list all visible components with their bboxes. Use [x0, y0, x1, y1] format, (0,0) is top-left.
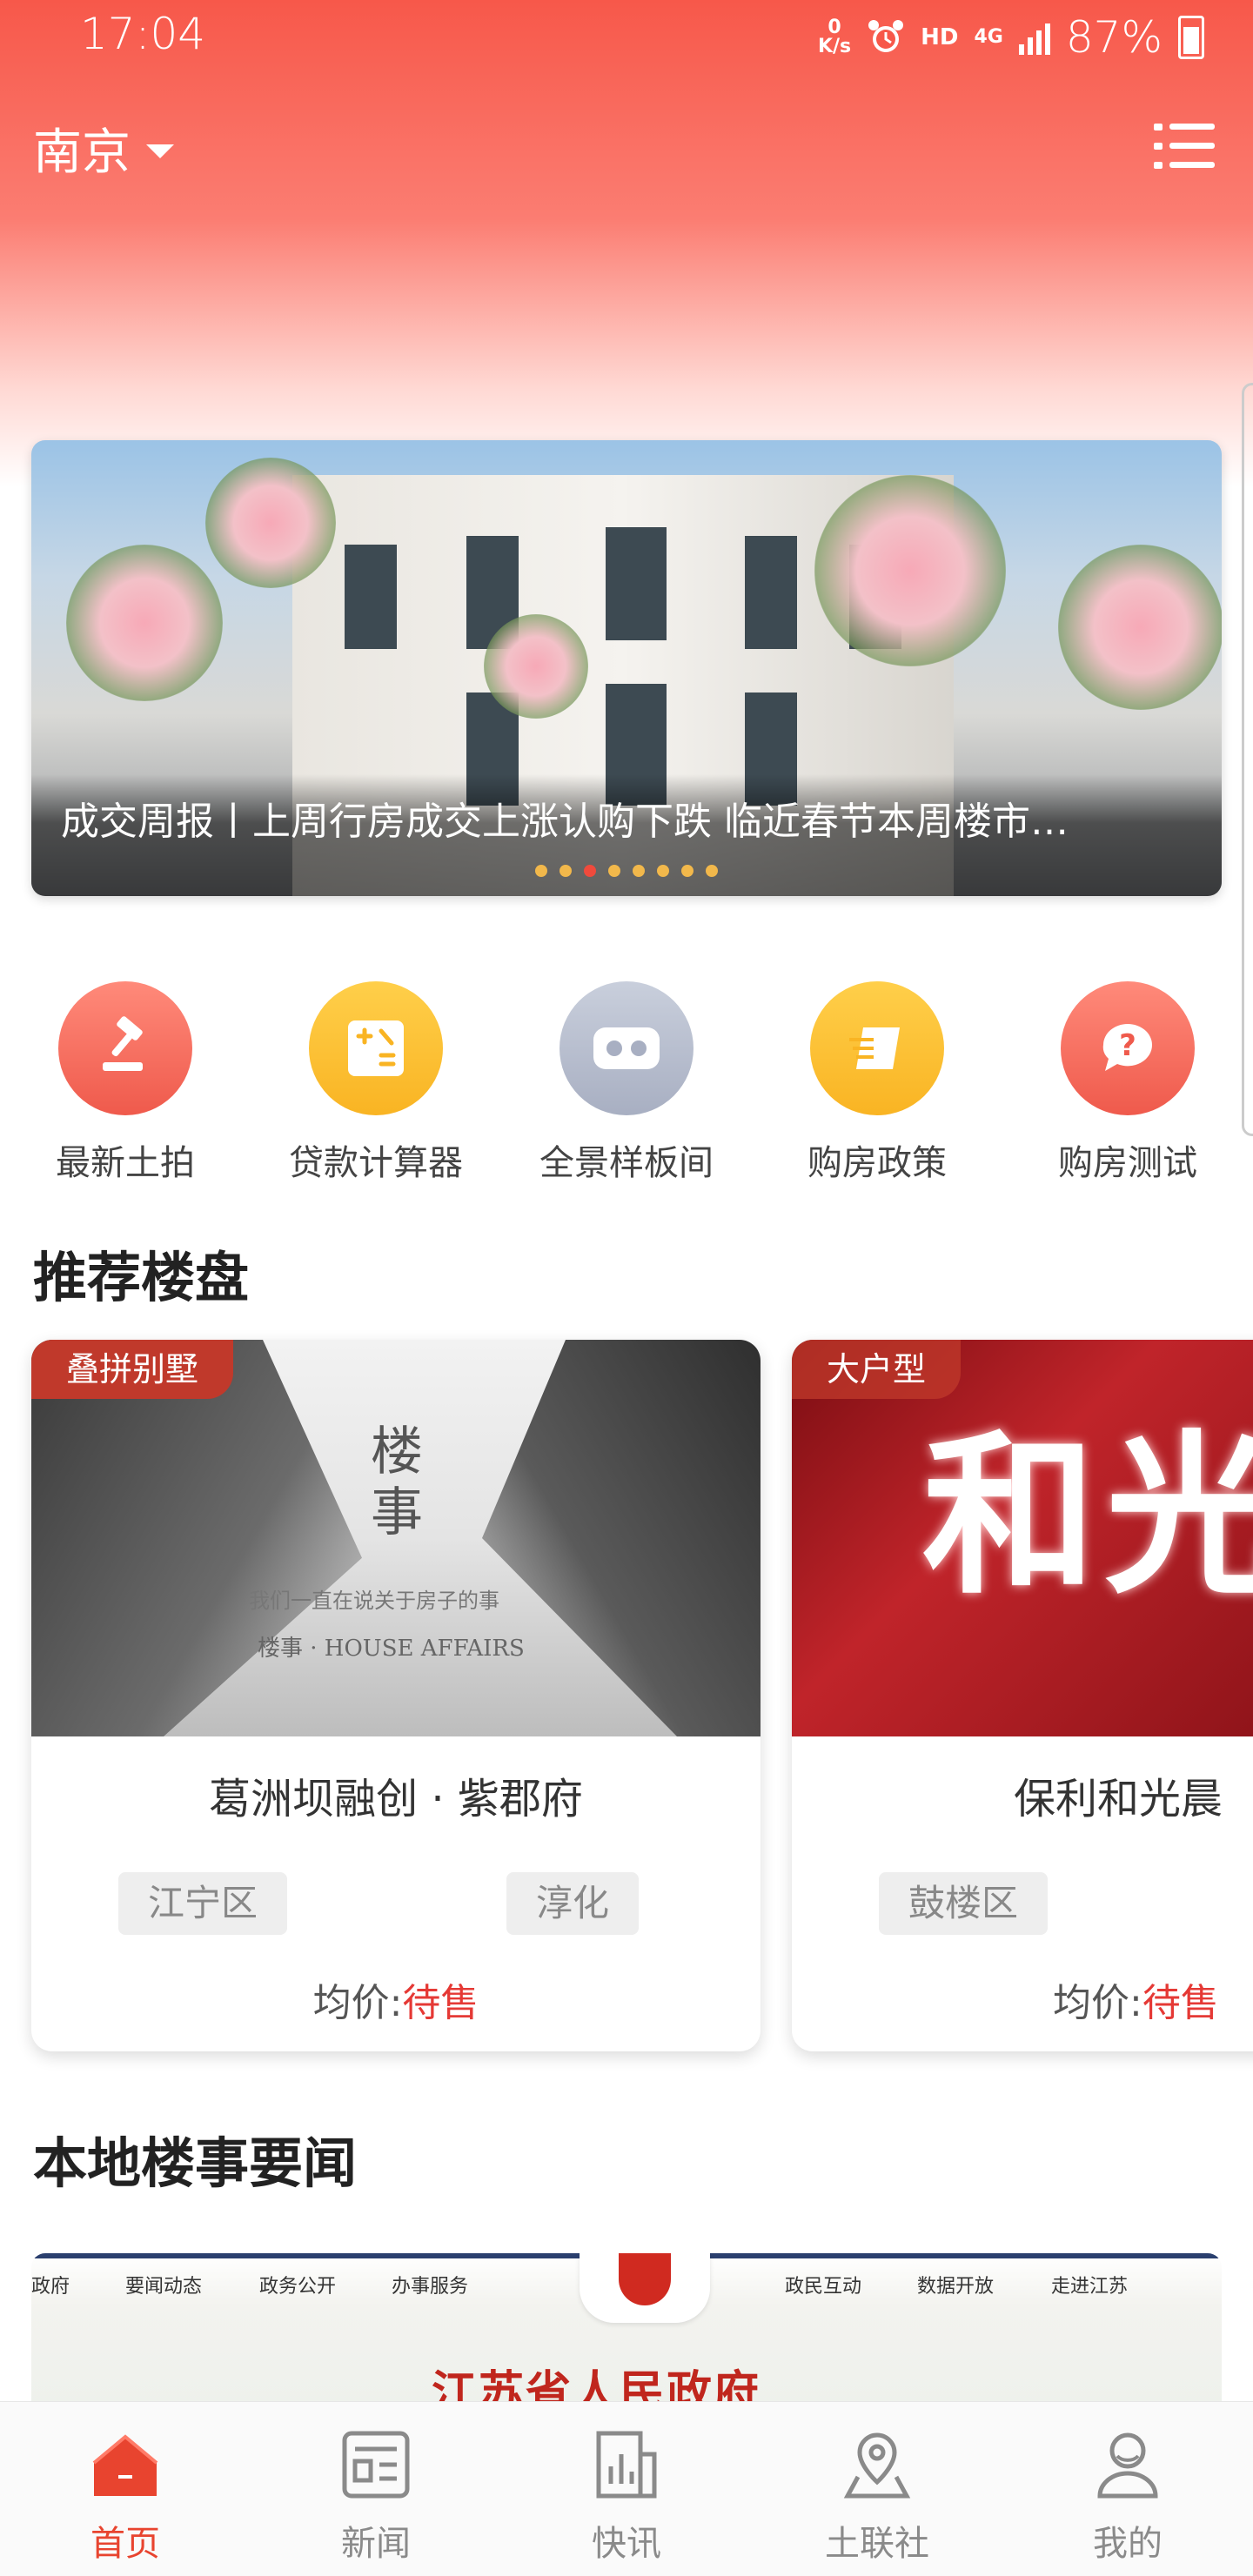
tab-land-community[interactable]: 土联社 — [752, 2402, 1002, 2576]
property-card[interactable]: 和光 大户型 保利和光晨 鼓楼区 均价:待售 — [792, 1340, 1253, 2051]
question-chat-icon: ? — [1061, 981, 1195, 1115]
hd-indicator: HD — [921, 24, 959, 50]
home-icon — [92, 2434, 158, 2496]
network-type: 4G — [974, 26, 1003, 48]
property-card[interactable]: 楼 事 我们一直在说关于房子的事 楼事 · HOUSE AFFAIRS 叠拼别墅… — [31, 1340, 761, 2051]
user-icon — [1097, 2432, 1158, 2499]
quick-action-quiz[interactable]: ? 购房测试 — [1002, 981, 1253, 1185]
tab-news[interactable]: 新闻 — [251, 2402, 501, 2576]
property-name: 葛洲坝融创 · 紫郡府 — [209, 1775, 583, 1823]
tab-profile[interactable]: 我的 — [1002, 2402, 1253, 2576]
city-selector[interactable]: 南京 — [33, 113, 174, 184]
emblem-icon — [580, 2253, 710, 2323]
gavel-icon — [58, 981, 192, 1115]
carousel-dot[interactable] — [681, 865, 694, 877]
vr-headset-icon — [559, 981, 694, 1115]
area-chip: 淳化 — [506, 1872, 640, 1935]
quick-action-loan-calculator[interactable]: 贷款计算器 — [251, 981, 501, 1185]
property-image: 和光 — [792, 1340, 1253, 1736]
quick-action-vr-showroom[interactable]: 全景样板间 — [501, 981, 752, 1185]
property-type-badge: 叠拼别墅 — [31, 1340, 234, 1399]
carousel-dot[interactable] — [584, 865, 596, 877]
status-bar: 17:04 0 K/s HD 4G 87% — [0, 0, 1253, 73]
quick-action-policy[interactable]: 购房政策 — [752, 981, 1002, 1185]
carousel-dot[interactable] — [608, 865, 620, 877]
property-type-badge: 大户型 — [792, 1340, 962, 1399]
carousel-dot[interactable] — [706, 865, 718, 877]
carousel-dot[interactable] — [559, 865, 572, 877]
banner-carousel[interactable]: 成交周报丨上周行房成交上涨认购下跌 临近春节本周楼市… — [31, 440, 1222, 896]
property-price: 均价:待售 — [1053, 1981, 1219, 2025]
carousel-dot[interactable] — [657, 865, 669, 877]
tab-home[interactable]: 首页 — [0, 2402, 251, 2576]
tab-flash-news[interactable]: 快讯 — [501, 2402, 752, 2576]
property-name: 保利和光晨 — [1014, 1775, 1223, 1823]
status-time: 17:04 — [80, 9, 206, 59]
quick-action-land-auction[interactable]: 最新土拍 — [0, 981, 251, 1185]
status-icons: 0 K/s HD 4G 87% — [818, 12, 1204, 63]
property-image: 楼 事 我们一直在说关于房子的事 楼事 · HOUSE AFFAIRS — [31, 1340, 761, 1736]
location-pin-icon — [843, 2432, 911, 2499]
city-name: 南京 — [33, 124, 131, 181]
recommended-section-title: 推荐楼盘 — [33, 1246, 250, 1309]
svg-text:?: ? — [1119, 1028, 1136, 1063]
chevron-down-icon — [146, 144, 174, 158]
carousel-dot[interactable] — [535, 865, 547, 877]
flash-news-icon — [596, 2431, 657, 2499]
quick-actions: 最新土拍 贷款计算器 全景样板间 购房政策 ? 购房测试 — [0, 981, 1253, 1183]
calculator-icon — [309, 981, 443, 1115]
document-icon — [810, 981, 944, 1115]
signal-icon — [1018, 20, 1050, 55]
news-section-title: 本地楼事要闻 — [33, 2131, 358, 2195]
carousel-dots — [31, 865, 1222, 877]
banner-title[interactable]: 成交周报丨上周行房成交上涨认购下跌 临近春节本周楼市… — [61, 790, 1192, 846]
bottom-tab-bar: 首页 新闻 快讯 土联社 我的 — [0, 2401, 1253, 2576]
battery-icon — [1178, 16, 1204, 59]
carousel-dot[interactable] — [633, 865, 645, 877]
battery-percent: 87% — [1065, 12, 1163, 63]
alarm-icon — [868, 20, 904, 52]
net-speed: 0 K/s — [817, 17, 852, 57]
header-background — [0, 0, 1253, 487]
news-icon — [342, 2431, 410, 2499]
menu-button[interactable] — [1154, 120, 1215, 172]
district-chip: 鼓楼区 — [879, 1872, 1049, 1935]
district-chip: 江宁区 — [118, 1872, 288, 1935]
property-price: 均价:待售 — [312, 1981, 479, 2025]
